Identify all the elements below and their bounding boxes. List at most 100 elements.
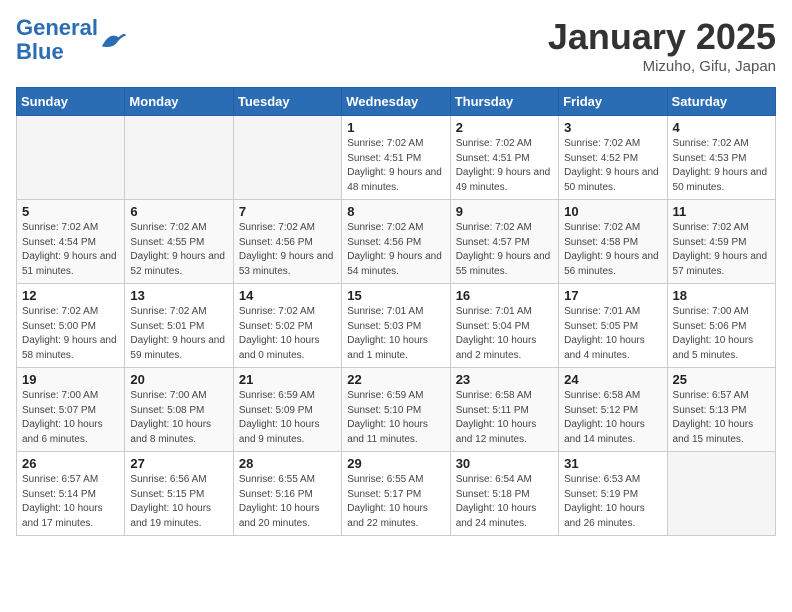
calendar-day-cell	[667, 452, 775, 536]
day-number: 4	[673, 120, 770, 135]
calendar-day-cell: 11Sunrise: 7:02 AM Sunset: 4:59 PM Dayli…	[667, 200, 775, 284]
calendar-day-cell: 26 Sunrise: 6:57 AM Sunset: 5:14 PM Dayli…	[17, 452, 125, 536]
weekday-header-sunday: Sunday	[17, 88, 125, 116]
day-info: Sunrise: 7:02 AM Sunset: 4:54 PM Dayligh…	[22, 221, 119, 279]
logo-bird-icon	[100, 29, 128, 51]
calendar-day-cell: 9 Sunrise: 7:02 AM Sunset: 4:57 PM Daylig…	[450, 200, 558, 284]
day-info: Sunrise: 6:55 AM Sunset: 5:17 PM Dayligh…	[347, 473, 444, 531]
day-number: 18	[673, 288, 770, 303]
calendar-day-cell: 2 Sunrise: 7:02 AM Sunset: 4:51 PM Daylig…	[450, 116, 558, 200]
calendar-day-cell: 27 Sunrise: 6:56 AM Sunset: 5:15 PM Dayli…	[125, 452, 233, 536]
calendar-day-cell: 22Sunrise: 6:59 AM Sunset: 5:10 PM Dayli…	[342, 368, 450, 452]
day-info: Sunrise: 7:02 AM Sunset: 4:51 PM Dayligh…	[456, 137, 553, 195]
day-info: Sunrise: 6:59 AM Sunset: 5:09 PM Dayligh…	[239, 389, 336, 447]
day-number: 24	[564, 372, 661, 387]
day-number: 3	[564, 120, 661, 135]
day-number: 17	[564, 288, 661, 303]
day-info: Sunrise: 7:02 AM Sunset: 4:56 PM Dayligh…	[239, 221, 336, 279]
calendar-day-cell: 13 Sunrise: 7:02 AM Sunset: 5:01 PM Dayli…	[125, 284, 233, 368]
day-number: 2	[456, 120, 553, 135]
day-info: Sunrise: 7:02 AM Sunset: 4:55 PM Dayligh…	[130, 221, 227, 279]
weekday-header-wednesday: Wednesday	[342, 88, 450, 116]
weekday-header-thursday: Thursday	[450, 88, 558, 116]
title-area: January 2025 Mizuho, Gifu, Japan	[548, 16, 776, 75]
day-info: Sunrise: 6:53 AM Sunset: 5:19 PM Dayligh…	[564, 473, 661, 531]
calendar-day-cell: 7 Sunrise: 7:02 AM Sunset: 4:56 PM Daylig…	[233, 200, 341, 284]
calendar-table: SundayMondayTuesdayWednesdayThursdayFrid…	[16, 87, 776, 536]
calendar-day-cell: 6Sunrise: 7:02 AM Sunset: 4:55 PM Daylig…	[125, 200, 233, 284]
day-number: 9	[456, 204, 553, 219]
calendar-day-cell: 8Sunrise: 7:02 AM Sunset: 4:56 PM Daylig…	[342, 200, 450, 284]
day-info: Sunrise: 7:00 AM Sunset: 5:08 PM Dayligh…	[130, 389, 227, 447]
calendar-day-cell: 3 Sunrise: 7:02 AM Sunset: 4:52 PM Daylig…	[559, 116, 667, 200]
day-info: Sunrise: 7:01 AM Sunset: 5:04 PM Dayligh…	[456, 305, 553, 363]
page-header: GeneralBlue January 2025 Mizuho, Gifu, J…	[16, 16, 776, 75]
day-number: 26	[22, 456, 119, 471]
day-number: 7	[239, 204, 336, 219]
calendar-day-cell: 31Sunrise: 6:53 AM Sunset: 5:19 PM Dayli…	[559, 452, 667, 536]
day-info: Sunrise: 7:02 AM Sunset: 5:00 PM Dayligh…	[22, 305, 119, 363]
location-subtitle: Mizuho, Gifu, Japan	[548, 58, 776, 75]
day-info: Sunrise: 6:56 AM Sunset: 5:15 PM Dayligh…	[130, 473, 227, 531]
day-info: Sunrise: 7:02 AM Sunset: 4:52 PM Dayligh…	[564, 137, 661, 195]
day-info: Sunrise: 6:57 AM Sunset: 5:13 PM Dayligh…	[673, 389, 770, 447]
day-info: Sunrise: 7:01 AM Sunset: 5:03 PM Dayligh…	[347, 305, 444, 363]
calendar-day-cell: 5 Sunrise: 7:02 AM Sunset: 4:54 PM Daylig…	[17, 200, 125, 284]
calendar-day-cell: 23 Sunrise: 6:58 AM Sunset: 5:11 PM Dayli…	[450, 368, 558, 452]
day-number: 20	[130, 372, 227, 387]
day-info: Sunrise: 7:02 AM Sunset: 4:58 PM Dayligh…	[564, 221, 661, 279]
calendar-day-cell: 20 Sunrise: 7:00 AM Sunset: 5:08 PM Dayli…	[125, 368, 233, 452]
day-info: Sunrise: 7:02 AM Sunset: 4:53 PM Dayligh…	[673, 137, 770, 195]
calendar-day-cell: 25 Sunrise: 6:57 AM Sunset: 5:13 PM Dayli…	[667, 368, 775, 452]
calendar-day-cell: 18 Sunrise: 7:00 AM Sunset: 5:06 PM Dayli…	[667, 284, 775, 368]
calendar-week-row: 12 Sunrise: 7:02 AM Sunset: 5:00 PM Dayli…	[17, 284, 776, 368]
day-number: 8	[347, 204, 444, 219]
day-number: 15	[347, 288, 444, 303]
day-number: 16	[456, 288, 553, 303]
day-info: Sunrise: 6:58 AM Sunset: 5:12 PM Dayligh…	[564, 389, 661, 447]
day-number: 1	[347, 120, 444, 135]
calendar-day-cell	[233, 116, 341, 200]
weekday-header-saturday: Saturday	[667, 88, 775, 116]
day-number: 5	[22, 204, 119, 219]
weekday-header-friday: Friday	[559, 88, 667, 116]
day-number: 28	[239, 456, 336, 471]
calendar-day-cell	[17, 116, 125, 200]
calendar-day-cell: 21 Sunrise: 6:59 AM Sunset: 5:09 PM Dayli…	[233, 368, 341, 452]
logo-text: GeneralBlue	[16, 16, 98, 64]
calendar-day-cell: 4 Sunrise: 7:02 AM Sunset: 4:53 PM Daylig…	[667, 116, 775, 200]
calendar-day-cell: 19Sunrise: 7:00 AM Sunset: 5:07 PM Dayli…	[17, 368, 125, 452]
day-number: 22	[347, 372, 444, 387]
day-info: Sunrise: 6:54 AM Sunset: 5:18 PM Dayligh…	[456, 473, 553, 531]
calendar-day-cell	[125, 116, 233, 200]
day-number: 30	[456, 456, 553, 471]
day-number: 10	[564, 204, 661, 219]
day-info: Sunrise: 6:57 AM Sunset: 5:14 PM Dayligh…	[22, 473, 119, 531]
day-info: Sunrise: 7:00 AM Sunset: 5:06 PM Dayligh…	[673, 305, 770, 363]
day-number: 25	[673, 372, 770, 387]
day-number: 12	[22, 288, 119, 303]
weekday-header-monday: Monday	[125, 88, 233, 116]
day-number: 14	[239, 288, 336, 303]
logo: GeneralBlue	[16, 16, 128, 64]
calendar-week-row: 26 Sunrise: 6:57 AM Sunset: 5:14 PM Dayli…	[17, 452, 776, 536]
calendar-day-cell: 30 Sunrise: 6:54 AM Sunset: 5:18 PM Dayli…	[450, 452, 558, 536]
day-info: Sunrise: 6:58 AM Sunset: 5:11 PM Dayligh…	[456, 389, 553, 447]
month-title: January 2025	[548, 16, 776, 58]
day-number: 23	[456, 372, 553, 387]
day-number: 29	[347, 456, 444, 471]
calendar-day-cell: 15 Sunrise: 7:01 AM Sunset: 5:03 PM Dayli…	[342, 284, 450, 368]
day-number: 13	[130, 288, 227, 303]
day-info: Sunrise: 7:02 AM Sunset: 4:57 PM Dayligh…	[456, 221, 553, 279]
day-number: 21	[239, 372, 336, 387]
day-number: 11	[673, 204, 770, 219]
weekday-header-tuesday: Tuesday	[233, 88, 341, 116]
calendar-day-cell: 14Sunrise: 7:02 AM Sunset: 5:02 PM Dayli…	[233, 284, 341, 368]
weekday-header-row: SundayMondayTuesdayWednesdayThursdayFrid…	[17, 88, 776, 116]
calendar-week-row: 5 Sunrise: 7:02 AM Sunset: 4:54 PM Daylig…	[17, 200, 776, 284]
calendar-week-row: 1 Sunrise: 7:02 AM Sunset: 4:51 PM Daylig…	[17, 116, 776, 200]
day-info: Sunrise: 7:02 AM Sunset: 5:01 PM Dayligh…	[130, 305, 227, 363]
calendar-day-cell: 28Sunrise: 6:55 AM Sunset: 5:16 PM Dayli…	[233, 452, 341, 536]
calendar-day-cell: 17Sunrise: 7:01 AM Sunset: 5:05 PM Dayli…	[559, 284, 667, 368]
day-number: 27	[130, 456, 227, 471]
